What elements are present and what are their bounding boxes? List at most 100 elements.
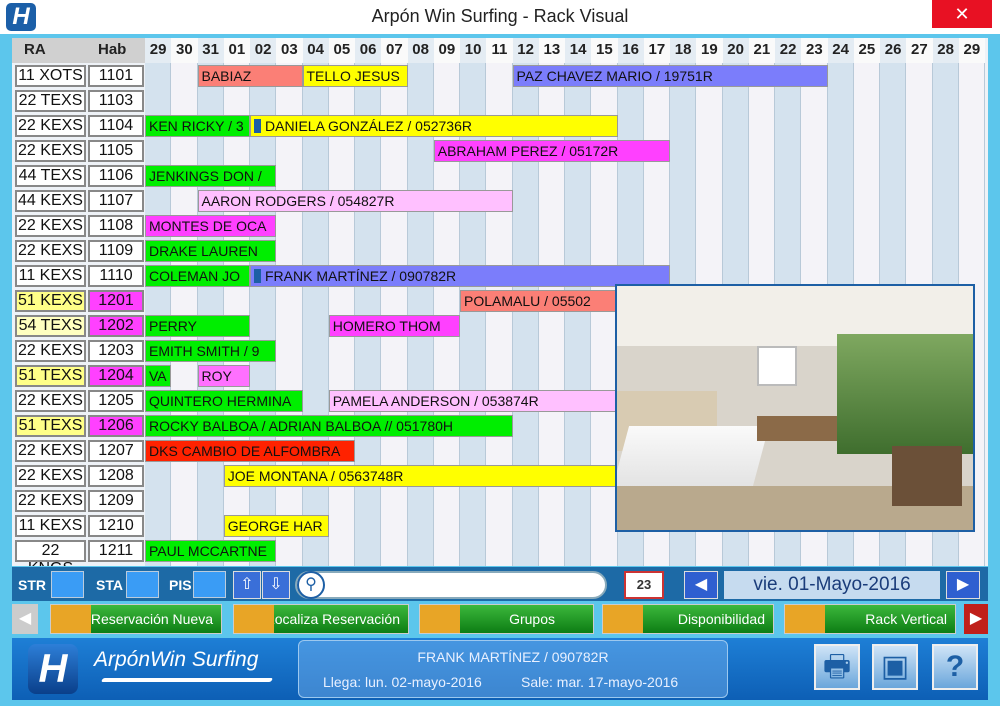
- reservation-bar[interactable]: PAUL MCCARTNE: [145, 540, 277, 562]
- room-type-cell[interactable]: 54 TEXS: [15, 315, 86, 337]
- calendar-button[interactable]: 23: [624, 571, 664, 599]
- room-number-cell[interactable]: 1207: [88, 440, 144, 462]
- room-number-cell[interactable]: 1105: [88, 140, 144, 162]
- room-type-cell[interactable]: 22 KEXS: [15, 215, 86, 237]
- room-type-cell[interactable]: 51 TEXS: [15, 365, 86, 387]
- availability-button[interactable]: Disponibilidad: [602, 604, 774, 634]
- reservation-bar[interactable]: JENKINGS DON /: [145, 165, 277, 187]
- room-number-cell[interactable]: 1210: [88, 515, 144, 537]
- help-button[interactable]: ?: [932, 644, 978, 690]
- room-type-cell[interactable]: 22 KEXS: [15, 390, 86, 412]
- room-type-cell[interactable]: 51 TEXS: [15, 415, 86, 437]
- new-reservation-button[interactable]: Reservación Nueva: [50, 604, 222, 634]
- reservation-bar[interactable]: KEN RICKY / 3: [145, 115, 250, 137]
- button-label: Reservación Nueva: [90, 611, 213, 627]
- room-number-cell[interactable]: 1206: [88, 415, 144, 437]
- video-button[interactable]: ▣: [872, 644, 918, 690]
- room-number-cell[interactable]: 1202: [88, 315, 144, 337]
- pis-input[interactable]: [193, 571, 226, 598]
- room-number-cell[interactable]: 1209: [88, 490, 144, 512]
- room-type-cell[interactable]: 22 KEXS: [15, 340, 86, 362]
- day-header: 01: [223, 38, 250, 63]
- reservation-bar[interactable]: DANIELA GONZÁLEZ / 052736R: [250, 115, 618, 137]
- room-type-cell[interactable]: 11 KEXS: [15, 515, 86, 537]
- reservation-bar[interactable]: BABIAZ: [197, 65, 303, 87]
- reservation-bar[interactable]: MONTES DE OCA: [145, 215, 277, 237]
- room-type-cell[interactable]: 22 KNGS: [15, 540, 86, 566]
- room-number-cell[interactable]: 1109: [88, 240, 144, 262]
- day-header: 26: [880, 38, 907, 63]
- reservation-label: FRANK MARTÍNEZ / 090782R: [265, 268, 457, 284]
- room-type-cell[interactable]: 11 XOTS: [15, 65, 86, 87]
- help-icon: ?: [945, 650, 965, 683]
- scroll-left-button[interactable]: ◀: [12, 604, 38, 634]
- reservation-label: POLAMALU / 05502: [464, 293, 591, 309]
- reservation-bar[interactable]: PAZ CHAVEZ MARIO / 19751R: [512, 65, 828, 87]
- up-arrow-button[interactable]: ⇧: [233, 571, 261, 599]
- room-number-cell[interactable]: 1211: [88, 540, 144, 562]
- room-type-cell[interactable]: 22 TEXS: [15, 90, 86, 112]
- find-reservation-button[interactable]: Localiza Reservación: [233, 604, 409, 634]
- search-icon[interactable]: ⚲: [297, 571, 325, 599]
- reservation-bar[interactable]: DKS CAMBIO DE ALFOMBRA: [145, 440, 355, 462]
- room-type-cell[interactable]: 22 KEXS: [15, 490, 86, 512]
- room-number-cell[interactable]: 1101: [88, 65, 144, 87]
- room-number-cell[interactable]: 1201: [88, 290, 144, 312]
- vertical-rack-icon: [785, 605, 825, 633]
- down-arrow-button[interactable]: ⇩: [262, 571, 290, 599]
- room-number-cell[interactable]: 1110: [88, 265, 144, 287]
- room-number-cell[interactable]: 1107: [88, 190, 144, 212]
- reservation-label: BABIAZ: [201, 68, 252, 84]
- reservation-bar[interactable]: ABRAHAM PEREZ / 05172R: [433, 140, 670, 162]
- room-type-cell[interactable]: 22 KEXS: [15, 240, 86, 262]
- day-header: 09: [433, 38, 460, 63]
- reservation-bar[interactable]: EMITH SMITH / 9: [145, 340, 277, 362]
- room-number-cell[interactable]: 1203: [88, 340, 144, 362]
- day-header: 05: [328, 38, 355, 63]
- next-day-button[interactable]: ▶: [946, 571, 980, 599]
- room-type-cell[interactable]: 22 KEXS: [15, 465, 86, 487]
- room-number-cell[interactable]: 1106: [88, 165, 144, 187]
- room-number-cell[interactable]: 1103: [88, 90, 144, 112]
- room-type-cell[interactable]: 51 KEXS: [15, 290, 86, 312]
- scroll-right-button[interactable]: ▶: [964, 604, 988, 634]
- sta-input[interactable]: [126, 571, 159, 598]
- reservation-bar[interactable]: HOMERO THOM: [328, 315, 460, 337]
- room-type-cell[interactable]: 22 KEXS: [15, 115, 86, 137]
- reservation-bar[interactable]: ROCKY BALBOA / ADRIAN BALBOA // 051780H: [145, 415, 513, 437]
- reservation-bar[interactable]: PAMELA ANDERSON / 053874R: [328, 390, 618, 412]
- room-type-cell[interactable]: 44 TEXS: [15, 165, 86, 187]
- groups-button[interactable]: Grupos: [419, 604, 594, 634]
- day-header: 25: [853, 38, 880, 63]
- reservation-label: DRAKE LAUREN: [149, 243, 258, 259]
- reservation-bar[interactable]: PERRY: [145, 315, 250, 337]
- reservation-bar[interactable]: AARON RODGERS / 054827R: [197, 190, 513, 212]
- reservation-bar[interactable]: VA: [145, 365, 172, 387]
- room-type-cell[interactable]: 11 KEXS: [15, 265, 86, 287]
- reservation-bar[interactable]: GEORGE HAR: [223, 515, 329, 537]
- room-number-cell[interactable]: 1108: [88, 215, 144, 237]
- reservation-bar[interactable]: ROY: [197, 365, 250, 387]
- room-number-cell[interactable]: 1208: [88, 465, 144, 487]
- day-column: [512, 63, 539, 566]
- print-button[interactable]: 🖶: [814, 644, 860, 690]
- room-type-cell[interactable]: 22 KEXS: [15, 140, 86, 162]
- reservation-label: HOMERO THOM: [332, 318, 441, 334]
- search-input[interactable]: ⚲: [295, 571, 607, 599]
- vertical-rack-button[interactable]: Rack Vertical: [784, 604, 956, 634]
- reservation-bar[interactable]: COLEMAN JO: [145, 265, 250, 287]
- str-input[interactable]: [51, 571, 84, 598]
- room-type-cell[interactable]: 44 KEXS: [15, 190, 86, 212]
- day-header: 14: [565, 38, 592, 63]
- room-number-cell[interactable]: 1204: [88, 365, 144, 387]
- previous-day-button[interactable]: ◀: [684, 571, 718, 599]
- room-number-cell[interactable]: 1205: [88, 390, 144, 412]
- room-type-cell[interactable]: 22 KEXS: [15, 440, 86, 462]
- close-button[interactable]: ✕: [932, 0, 992, 28]
- reservation-bar[interactable]: TELLO JESUS: [302, 65, 408, 87]
- reservation-bar[interactable]: FRANK MARTÍNEZ / 090782R: [250, 265, 670, 287]
- room-number-cell[interactable]: 1104: [88, 115, 144, 137]
- reservation-bar[interactable]: QUINTERO HERMINA: [145, 390, 303, 412]
- reservation-bar[interactable]: DRAKE LAUREN: [145, 240, 277, 262]
- reservation-bar[interactable]: JOE MONTANA / 0563748R: [223, 465, 618, 487]
